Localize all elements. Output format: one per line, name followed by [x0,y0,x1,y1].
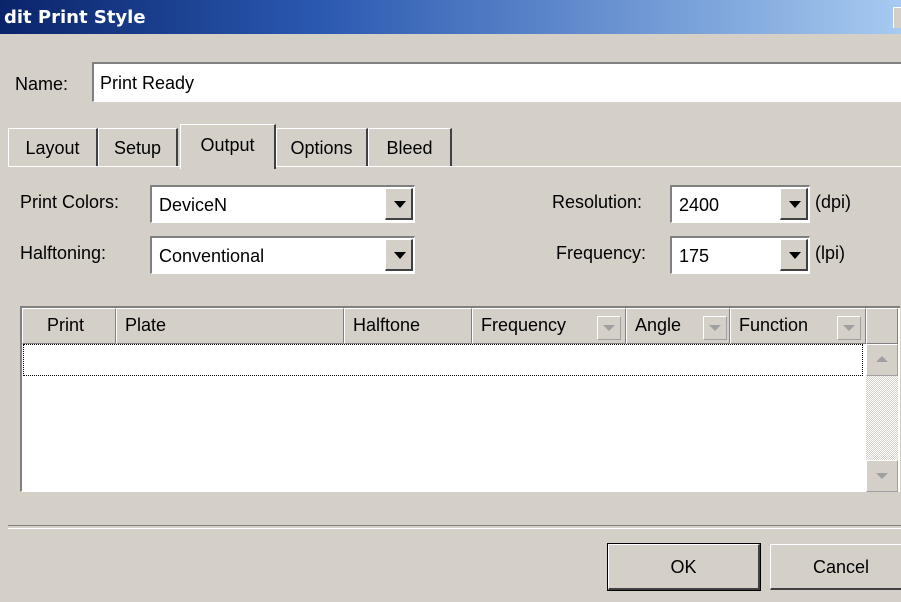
frequency-label: Frequency: [556,243,647,263]
chevron-down-icon[interactable] [385,188,413,220]
tab-layout[interactable]: Layout [8,128,98,166]
chevron-down-icon[interactable] [385,239,413,271]
title-bar[interactable]: dit Print Style [0,0,901,34]
cancel-button-label: Cancel [813,557,870,577]
halftoning-select[interactable]: Conventional [150,236,415,274]
tab-bleed[interactable]: Bleed [368,128,452,166]
footer-separator [8,525,901,529]
scroll-up-icon[interactable] [866,344,898,376]
column-plate-label: Plate [125,315,167,335]
column-header-frequency[interactable]: Frequency [472,308,626,344]
column-header-function[interactable]: Function [730,308,866,344]
name-label: Name: [15,74,69,94]
column-header-plate[interactable]: Plate [116,308,344,344]
column-header-angle[interactable]: Angle [626,308,730,344]
resolution-select[interactable]: 2400 [670,185,810,223]
tab-options[interactable]: Options [276,128,368,166]
resolution-label: Resolution: [552,192,643,212]
column-header-print[interactable]: Print [22,308,116,344]
column-halftone-label: Halftone [353,315,421,335]
halftoning-label: Halftoning: [20,243,107,263]
chevron-down-icon[interactable] [780,239,808,271]
resolution-value: 2400 [679,195,720,215]
plates-list[interactable]: Print Plate Halftone Frequency Angle Fun… [20,306,900,492]
tab-output-label: Output [200,135,255,155]
frequency-filter-dropdown-icon[interactable] [597,316,621,340]
column-frequency-label: Frequency [481,315,567,335]
column-angle-label: Angle [635,315,682,335]
tab-bleed-label: Bleed [386,138,433,158]
tab-setup[interactable]: Setup [98,128,178,166]
tab-output[interactable]: Output [180,124,276,169]
column-print-label: Print [47,315,85,335]
scroll-down-icon[interactable] [866,460,898,492]
frequency-value: 175 [679,246,710,266]
window-title: dit Print Style [4,7,146,28]
halftoning-value: Conventional [159,246,265,266]
resolution-unit: (dpi) [815,192,852,212]
function-filter-dropdown-icon[interactable] [837,316,861,340]
ok-button-label: OK [670,557,697,577]
column-function-label: Function [739,315,809,335]
tab-panel-border [8,166,901,167]
tab-layout-label: Layout [25,138,80,158]
print-colors-label: Print Colors: [20,192,120,212]
print-colors-value: DeviceN [159,195,228,215]
tab-options-label: Options [290,138,353,158]
tab-setup-label: Setup [113,138,162,158]
column-header-filler [866,308,898,344]
column-header-halftone[interactable]: Halftone [344,308,472,344]
chevron-down-icon[interactable] [780,188,808,220]
print-colors-select[interactable]: DeviceN [150,185,415,223]
cancel-button[interactable]: Cancel [770,544,901,590]
frequency-unit: (lpi) [815,243,845,263]
angle-filter-dropdown-icon[interactable] [703,316,727,340]
close-button[interactable] [893,7,901,28]
name-input[interactable]: Print Ready [92,62,901,102]
ok-button[interactable]: OK [607,543,761,591]
list-focus-row[interactable] [23,344,863,376]
vertical-scrollbar[interactable] [866,344,898,492]
frequency-select[interactable]: 175 [670,236,810,274]
name-value: Print Ready [100,73,195,93]
